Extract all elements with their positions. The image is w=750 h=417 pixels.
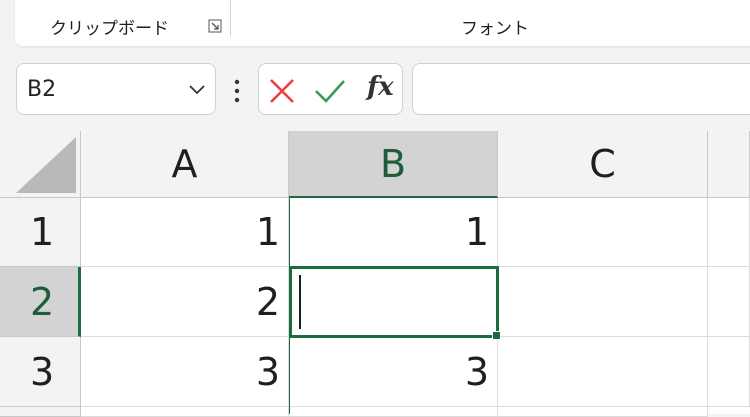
fill-handle[interactable]	[492, 331, 501, 340]
row-header-1[interactable]: 1	[0, 198, 81, 267]
cell-c2[interactable]	[498, 267, 708, 337]
cell-d3[interactable]	[708, 337, 750, 407]
cell-d1[interactable]	[708, 198, 750, 267]
cell-c3[interactable]	[498, 337, 708, 407]
row-header-4[interactable]	[0, 407, 81, 417]
chevron-down-icon[interactable]	[189, 84, 205, 96]
name-box-value: B2	[27, 77, 57, 102]
column-header-a[interactable]: A	[81, 131, 289, 198]
insert-function-button[interactable]: fx	[367, 72, 394, 102]
cell-a3[interactable]: 3	[81, 337, 289, 407]
cell-a1[interactable]: 1	[81, 198, 289, 267]
check-icon[interactable]	[314, 78, 346, 104]
text-cursor	[299, 275, 301, 329]
row-header-3[interactable]: 3	[0, 337, 81, 407]
cell-b1[interactable]: 1	[289, 198, 498, 267]
cell-a4[interactable]	[81, 407, 289, 417]
formula-input[interactable]	[412, 63, 750, 115]
select-all-button[interactable]	[0, 131, 81, 198]
column-header-c[interactable]: C	[498, 131, 708, 198]
cell-b4[interactable]	[289, 407, 498, 417]
more-options-icon[interactable]	[232, 78, 242, 104]
cell-c1[interactable]	[498, 198, 708, 267]
ribbon-group-separator	[230, 0, 231, 36]
formula-buttons: fx	[258, 63, 403, 115]
active-cell-border	[289, 266, 501, 340]
select-all-triangle-icon	[16, 137, 76, 193]
cell-c4[interactable]	[498, 407, 708, 417]
clipboard-group-label: クリップボード	[50, 19, 169, 39]
dialog-launcher-icon[interactable]	[208, 19, 222, 33]
font-group-label: フォント	[461, 19, 529, 39]
x-icon[interactable]	[269, 78, 295, 104]
column-header-b[interactable]: B	[289, 131, 498, 198]
cell-a2[interactable]: 2	[81, 267, 289, 337]
cell-d2[interactable]	[708, 267, 750, 337]
ribbon: クリップボード フォント	[15, 0, 750, 46]
worksheet-grid: A B C 1 2 3 1 1 2 3 3	[0, 131, 750, 417]
name-box[interactable]: B2	[16, 63, 216, 115]
cell-b3[interactable]: 3	[289, 337, 498, 407]
row-header-2[interactable]: 2	[0, 267, 81, 337]
column-header-d[interactable]	[708, 131, 750, 198]
